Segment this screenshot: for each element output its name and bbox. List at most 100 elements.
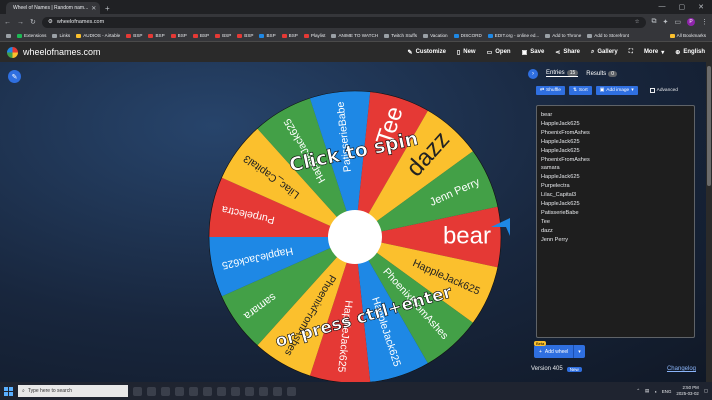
volume-icon[interactable]: ◖ (654, 389, 657, 394)
back-icon[interactable]: ← (4, 19, 11, 26)
site-logo[interactable]: wheelofnames.com (7, 46, 101, 58)
tab-title: Wheel of Names | Random nam... (13, 5, 89, 11)
bookmark-18[interactable]: Add to Storefront (587, 33, 629, 38)
taskbar-search[interactable]: ⌕ Type here to search (18, 385, 128, 397)
save-button[interactable]: ▣ Save (522, 49, 545, 56)
minimize-icon[interactable]: — (659, 3, 666, 11)
obs-icon[interactable] (231, 386, 240, 396)
task-view-icon[interactable] (133, 386, 142, 396)
add-wheel-button[interactable]: + Add wheel (534, 345, 575, 358)
page-scrollbar[interactable] (706, 62, 712, 382)
puzzle-icon[interactable]: ✦ (663, 18, 669, 26)
xbox-icon[interactable] (175, 386, 184, 396)
edge-icon[interactable] (147, 386, 156, 396)
search-icon: ⌕ (591, 48, 595, 55)
maximize-icon[interactable]: ▢ (679, 3, 686, 11)
tray-chevron-icon[interactable]: ⌃ (636, 388, 640, 394)
collapse-sidebar-icon[interactable]: › (528, 68, 538, 79)
all-bookmarks[interactable]: All Bookmarks (669, 33, 706, 38)
bookmark-15[interactable]: DISCORD (453, 33, 482, 38)
record-icon[interactable] (287, 386, 296, 396)
share-icon: ⋖ (555, 49, 561, 56)
bookmark-7[interactable]: BSP (215, 33, 231, 38)
bookmark-8[interactable]: BSP (237, 33, 253, 38)
site-info-icon[interactable]: ⚙ (48, 19, 53, 25)
bookmark-14[interactable]: Vacation (423, 33, 448, 38)
bookmark-star-icon[interactable]: ☆ (635, 19, 640, 25)
discord-icon[interactable] (245, 386, 254, 396)
bookmark-6[interactable]: BSP (192, 33, 209, 38)
reload-icon[interactable]: ↻ (30, 18, 36, 26)
customize-button[interactable]: ✎ Customize (408, 49, 446, 56)
entries-textarea[interactable]: bear HappleJack625 PhoenixFromAshes HappleJ… (536, 105, 695, 338)
changelog-link[interactable]: Changelog (667, 366, 696, 372)
bookmark-16[interactable]: EDIT.org - online ed... (487, 33, 539, 38)
edit-pen-icon[interactable]: ✎ (8, 70, 21, 83)
fullscreen-button[interactable]: ⛶ (629, 49, 633, 56)
youtube-icon (192, 33, 198, 38)
logo-text: wheelofnames.com (23, 47, 101, 57)
network-icon[interactable]: ▤ (645, 388, 649, 394)
bookmark-10[interactable]: BSP (281, 33, 298, 38)
gallery-button[interactable]: ⌕ Gallery (591, 49, 618, 56)
bookmark-4[interactable]: BSP (148, 33, 165, 38)
forward-icon[interactable]: → (17, 19, 24, 26)
sort-button[interactable]: ⇅ Sort (568, 86, 592, 95)
app-icon[interactable] (273, 386, 282, 396)
scrollbar-thumb[interactable] (707, 66, 711, 186)
bookmark-12[interactable]: ANIME TO WATCH (331, 33, 378, 38)
bookmark-17[interactable]: Add to Throne (545, 33, 581, 38)
bookmark-3[interactable]: BSP (126, 33, 142, 38)
folder-icon (384, 33, 390, 38)
browser-tab[interactable]: Wheel of Names | Random nam... ✕ (6, 2, 100, 14)
notification-icon[interactable]: ▢ (704, 388, 708, 394)
entry-line: HappleJack625 (541, 120, 580, 127)
entries-toolbar: ⇄ Shuffle ⇅ Sort ▣ Add image ▾ Advanced (536, 86, 702, 95)
apps-grid-icon (6, 33, 11, 38)
youtube-icon (281, 33, 287, 38)
profile-avatar[interactable]: P (687, 18, 695, 26)
tab-results[interactable]: Results 0 (586, 70, 618, 77)
clock[interactable]: 2:50 PM 2025-03-02 (676, 385, 698, 397)
bookmark-0[interactable]: Extensions (17, 33, 46, 38)
app-header: wheelofnames.com ✎ Customize ▯ New ▭ Open ▣… (0, 42, 712, 62)
url-text: wheelofnames.com (56, 19, 105, 25)
language-indicator[interactable]: ENG (662, 389, 672, 394)
bookmark-1[interactable]: Links (52, 33, 70, 38)
explorer-icon[interactable] (161, 386, 170, 396)
kebab-menu-icon[interactable]: ⋮ (701, 18, 708, 26)
tab-entries[interactable]: Entries 15 (546, 70, 579, 77)
language-button[interactable]: ⊕ English (675, 49, 705, 56)
share-button[interactable]: ⋖ Share (555, 49, 580, 56)
sidepanel-icon[interactable]: ▭ (674, 18, 681, 26)
chrome-icon[interactable] (189, 386, 198, 396)
image-icon: ▣ (599, 88, 605, 93)
new-tab-icon[interactable]: + (105, 4, 110, 13)
version-info: Version 405 New (531, 366, 582, 372)
spin-wheel[interactable]: bearHappleJack625PhoenixFromAshesHappleJ… (207, 82, 517, 392)
new-button[interactable]: ▯ New (457, 49, 476, 56)
shuffle-button[interactable]: ⇄ Shuffle (536, 86, 565, 95)
more-button[interactable]: More ▾ (644, 49, 664, 56)
bookmark-apps[interactable] (6, 33, 11, 38)
spotify-icon[interactable] (217, 386, 226, 396)
results-count-badge: 0 (608, 70, 618, 77)
bookmark-11[interactable]: Playlist (303, 33, 325, 38)
bookmark-2[interactable]: AUDIOS - Airtable (76, 33, 120, 38)
bookmark-icon (76, 33, 82, 38)
bookmark-13[interactable]: Twitch Stuffs (384, 33, 417, 38)
url-field[interactable]: ⚙ wheelofnames.com ☆ (41, 16, 646, 28)
advanced-checkbox[interactable]: Advanced (649, 88, 678, 93)
extension-icon[interactable]: ⧉ (652, 18, 657, 26)
steam-icon[interactable] (203, 386, 212, 396)
open-button[interactable]: ▭ Open (487, 49, 511, 56)
bookmark-9[interactable]: BSP (259, 33, 276, 38)
folder-icon[interactable] (259, 386, 268, 396)
close-tab-icon[interactable]: ✕ (91, 5, 96, 12)
bookmark-5[interactable]: BSP (170, 33, 187, 38)
windows-start-icon[interactable] (4, 386, 13, 396)
wheel-logo-icon (7, 46, 18, 58)
close-window-icon[interactable]: ✕ (698, 3, 704, 11)
add-image-button[interactable]: ▣ Add image ▾ (595, 86, 638, 95)
add-wheel-dropdown[interactable]: ▾ (574, 349, 585, 355)
